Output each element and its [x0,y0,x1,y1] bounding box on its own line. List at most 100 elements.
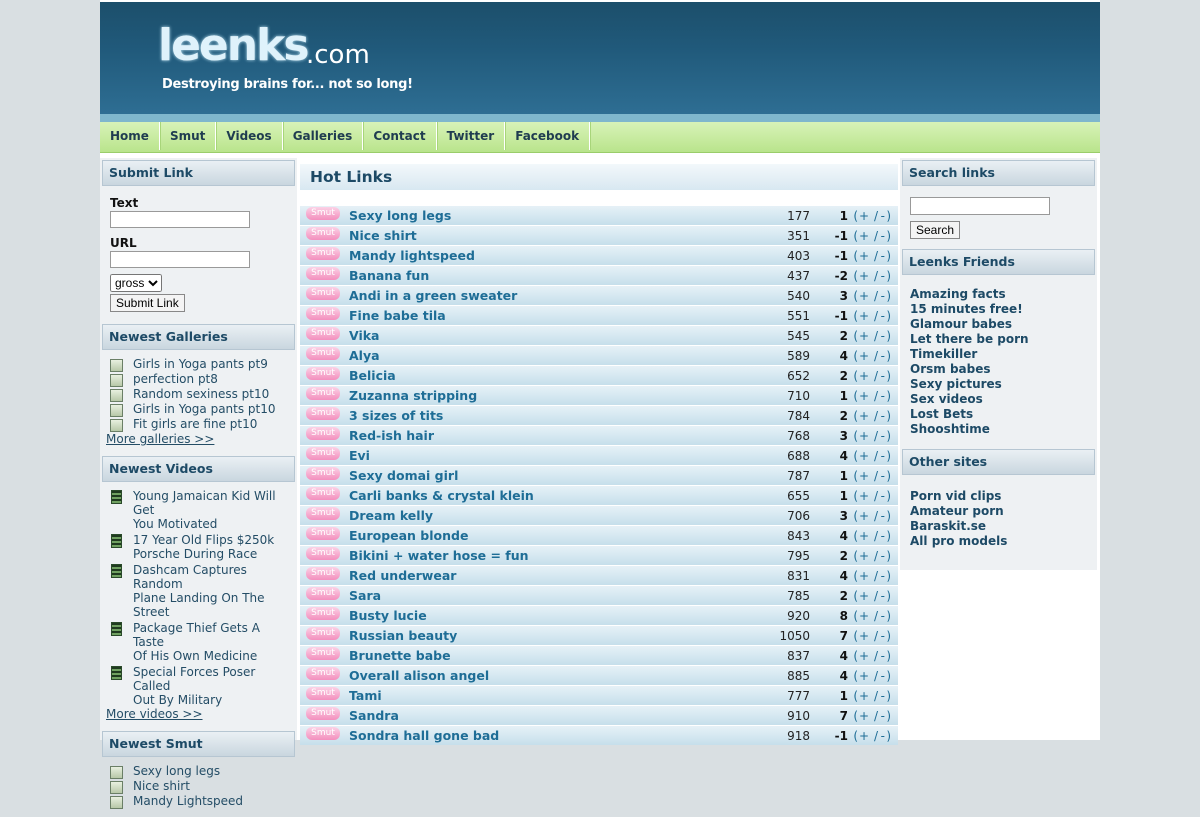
link-title[interactable]: Sondra hall gone bad [349,728,499,743]
link-title[interactable]: Tami [349,688,382,703]
list-item[interactable]: Young Jamaican Kid Will Get You Motivated [110,489,287,531]
text-input[interactable] [110,211,250,228]
smut-tag[interactable]: Smut [306,707,340,720]
link-title[interactable]: Belicia [349,368,396,383]
list-item[interactable]: perfection pt8 [110,372,287,387]
vote-up-button[interactable]: + [859,269,869,283]
link-title[interactable]: Red-ish hair [349,428,434,443]
vote-down-button[interactable]: - [881,449,885,463]
vote-down-button[interactable]: - [881,709,885,723]
link-title[interactable]: Mandy lightspeed [349,248,475,263]
vote-up-button[interactable]: + [859,489,869,503]
smut-tag[interactable]: Smut [306,607,340,620]
smut-tag[interactable]: Smut [306,447,340,460]
nav-facebook[interactable]: Facebook [505,122,591,150]
link-title[interactable]: Zuzanna stripping [349,388,477,403]
friend-link[interactable]: 15 minutes free! [910,302,1087,317]
smut-tag[interactable]: Smut [306,287,340,300]
vote-down-button[interactable]: - [881,729,885,743]
nav-videos[interactable]: Videos [216,122,283,150]
site-logo-domain[interactable]: .com [306,40,370,70]
vote-down-button[interactable]: - [881,489,885,503]
link-title[interactable]: Overall alison angel [349,668,489,683]
list-item[interactable]: Sexy long legs [110,764,287,779]
vote-down-button[interactable]: - [881,349,885,363]
vote-down-button[interactable]: - [881,269,885,283]
smut-tag[interactable]: Smut [306,687,340,700]
smut-tag[interactable]: Smut [306,507,340,520]
vote-down-button[interactable]: - [881,309,885,323]
link-title[interactable]: Andi in a green sweater [349,288,517,303]
link-title[interactable]: Bikini + water hose = fun [349,548,529,563]
vote-up-button[interactable]: + [859,589,869,603]
list-item[interactable]: Nice shirt [110,779,287,794]
smut-tag[interactable]: Smut [306,527,340,540]
vote-up-button[interactable]: + [859,329,869,343]
friend-link[interactable]: Orsm babes [910,362,1087,377]
vote-down-button[interactable]: - [881,529,885,543]
smut-tag[interactable]: Smut [306,247,340,260]
url-input[interactable] [110,251,250,268]
vote-down-button[interactable]: - [881,369,885,383]
nav-home[interactable]: Home [100,122,160,150]
vote-up-button[interactable]: + [859,429,869,443]
smut-tag[interactable]: Smut [306,467,340,480]
link-title[interactable]: Brunette babe [349,648,451,663]
vote-up-button[interactable]: + [859,609,869,623]
list-item[interactable]: Girls in Yoga pants pt10 [110,402,287,417]
list-item[interactable]: Dashcam Captures Random Plane Landing On … [110,563,287,619]
category-select[interactable]: gross [110,274,162,292]
smut-tag[interactable]: Smut [306,407,340,420]
nav-smut[interactable]: Smut [160,122,217,150]
nav-twitter[interactable]: Twitter [437,122,506,150]
vote-up-button[interactable]: + [859,369,869,383]
list-item[interactable]: Random sexiness pt10 [110,387,287,402]
smut-tag[interactable]: Smut [306,627,340,640]
friend-link[interactable]: Shooshtime [910,422,1087,437]
vote-up-button[interactable]: + [859,469,869,483]
link-title[interactable]: Alya [349,348,380,363]
vote-down-button[interactable]: - [881,229,885,243]
vote-up-button[interactable]: + [859,409,869,423]
vote-up-button[interactable]: + [859,509,869,523]
friend-link[interactable]: Lost Bets [910,407,1087,422]
smut-tag[interactable]: Smut [306,267,340,280]
more-videos-link[interactable]: More videos >> [106,707,287,721]
search-input[interactable] [910,197,1050,215]
list-item[interactable]: Fit girls are fine pt10 [110,417,287,432]
vote-up-button[interactable]: + [859,249,869,263]
list-item[interactable]: Package Thief Gets A Taste Of His Own Med… [110,621,287,663]
smut-tag[interactable]: Smut [306,227,340,240]
vote-up-button[interactable]: + [859,629,869,643]
link-title[interactable]: Dream kelly [349,508,433,523]
other-site-link[interactable]: All pro models [910,534,1087,549]
link-title[interactable]: Russian beauty [349,628,457,643]
other-site-link[interactable]: Porn vid clips [910,489,1087,504]
link-title[interactable]: Nice shirt [349,228,417,243]
vote-down-button[interactable]: - [881,469,885,483]
smut-tag[interactable]: Smut [306,647,340,660]
link-title[interactable]: Fine babe tila [349,308,446,323]
link-title[interactable]: Carli banks & crystal klein [349,488,534,503]
link-title[interactable]: Sexy long legs [349,208,451,223]
vote-down-button[interactable]: - [881,409,885,423]
search-button[interactable]: Search [910,221,961,239]
vote-up-button[interactable]: + [859,569,869,583]
smut-tag[interactable]: Smut [306,547,340,560]
link-title[interactable]: Evi [349,448,370,463]
list-item[interactable]: Mandy Lightspeed [110,794,287,809]
smut-tag[interactable]: Smut [306,567,340,580]
nav-contact[interactable]: Contact [363,122,437,150]
site-logo[interactable]: leenks [158,20,310,71]
list-item[interactable]: Girls in Yoga pants pt9 [110,357,287,372]
link-title[interactable]: Banana fun [349,268,429,283]
vote-up-button[interactable]: + [859,309,869,323]
vote-up-button[interactable]: + [859,549,869,563]
vote-down-button[interactable]: - [881,389,885,403]
smut-tag[interactable]: Smut [306,327,340,340]
other-site-link[interactable]: Baraskit.se [910,519,1087,534]
friend-link[interactable]: Amazing facts [910,287,1087,302]
vote-up-button[interactable]: + [859,529,869,543]
vote-up-button[interactable]: + [859,689,869,703]
smut-tag[interactable]: Smut [306,387,340,400]
